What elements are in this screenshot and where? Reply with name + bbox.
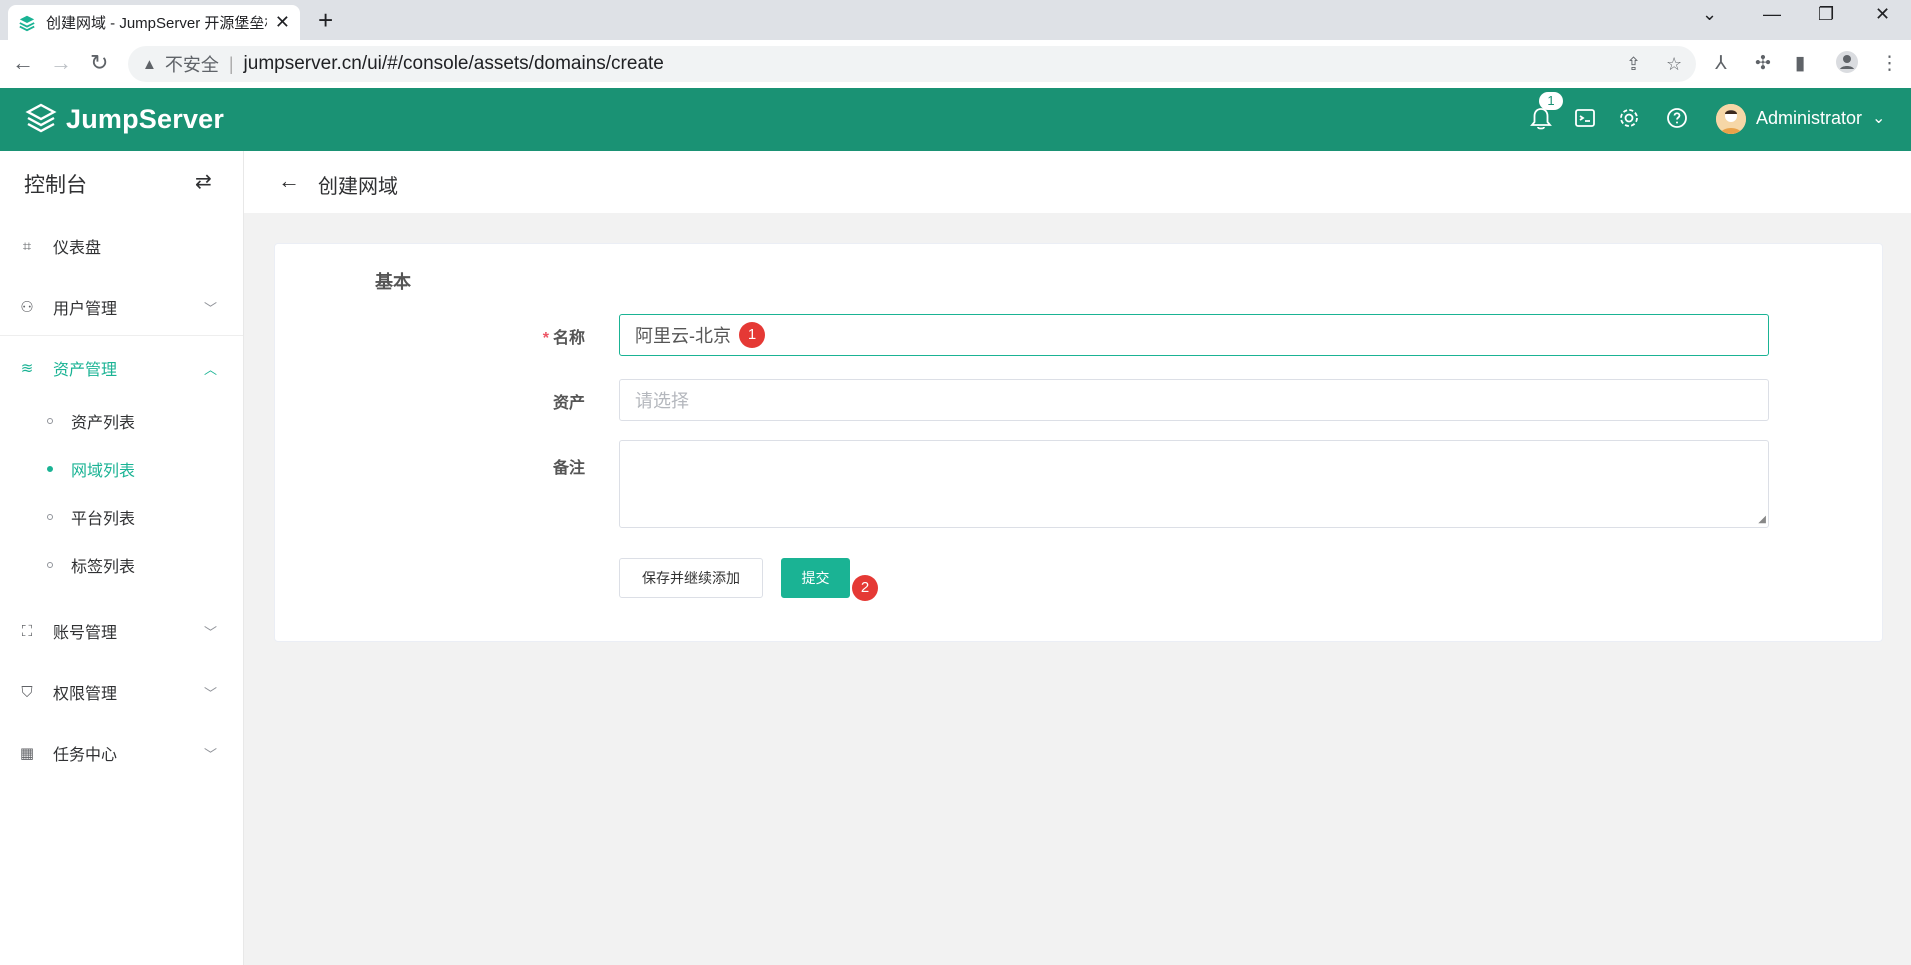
sidebar-subitem-asset-list[interactable]: 资产列表 — [0, 401, 243, 441]
name-input-value: 阿里云-北京 — [635, 326, 731, 346]
chevron-down-icon: ﹀ — [204, 300, 218, 316]
user-avatar[interactable] — [1716, 104, 1746, 134]
chevron-down-icon: ﹀ — [204, 685, 218, 701]
name-input[interactable]: 阿里云-北京 1 — [619, 314, 1769, 356]
jumpserver-favicon-icon — [19, 15, 35, 31]
warning-icon: ▲ — [142, 55, 157, 73]
url-text[interactable]: jumpserver.cn/ui/#/console/assets/domain… — [244, 53, 664, 75]
tab-title: 创建网域 - JumpServer 开源堡垒机 — [46, 15, 267, 32]
sidebar-subitem-label: 平台列表 — [71, 511, 136, 528]
asset-select[interactable]: 请选择 — [619, 379, 1769, 421]
name-label-text: 名称 — [552, 330, 585, 347]
help-icon[interactable] — [1666, 107, 1688, 135]
address-bar-row: ← → ↻ ▲ 不安全 | jumpserver.cn/ui/#/console… — [0, 40, 1911, 89]
comment-label: 备注 — [552, 460, 585, 477]
sidebar-item-label: 仪表盘 — [53, 240, 102, 257]
app-header: JumpServer — [0, 88, 1911, 151]
sidebar: 控制台 ⇄ ⌗ 仪表盘 ⚇ 用户管理 ﹀ ≋ 资产管理 ︿ 资产列表 网域列表 … — [0, 151, 244, 965]
bullet-icon — [47, 418, 53, 424]
asset-select-placeholder: 请选择 — [635, 391, 689, 411]
shield-icon: ⛉ — [21, 683, 33, 701]
new-tab-button[interactable]: + — [318, 5, 333, 35]
menu-divider — [0, 335, 243, 336]
tab-search-icon[interactable]: ⌄ — [1702, 4, 1717, 25]
bell-icon[interactable] — [1530, 107, 1552, 137]
profile-icon[interactable] — [1835, 50, 1859, 80]
minimize-icon[interactable]: — — [1763, 4, 1781, 25]
notification-badge: 1 — [1539, 92, 1563, 110]
share-icon[interactable]: ⇪ — [1626, 54, 1641, 75]
page-header: ← 创建网域 — [244, 151, 1911, 213]
user-menu-chevron-icon[interactable]: ⌄ — [1872, 108, 1885, 128]
sidebar-subitem-domain-list[interactable]: 网域列表 — [0, 449, 243, 489]
terminal-icon[interactable] — [1574, 107, 1596, 135]
puzzle-icon[interactable]: ✣ — [1755, 52, 1771, 75]
sidebar-subitem-label: 资产列表 — [71, 415, 136, 432]
sidebar-item-label: 任务中心 — [53, 747, 118, 764]
url-separator: | — [228, 53, 234, 74]
chevron-down-icon: ﹀ — [204, 624, 218, 640]
forward-icon[interactable]: → — [50, 50, 72, 76]
url-bar[interactable]: ▲ 不安全 | jumpserver.cn/ui/#/console/asset… — [128, 46, 1696, 82]
bullet-icon — [47, 514, 53, 520]
sidebar-subitem-label: 标签列表 — [71, 559, 136, 576]
save-and-continue-button[interactable]: 保存并继续添加 — [619, 558, 763, 598]
comment-textarea[interactable]: ◢ — [619, 440, 1769, 528]
name-label: * 名称 — [465, 324, 585, 348]
sidebar-item-label: 权限管理 — [53, 686, 118, 703]
section-title: 基本 — [375, 272, 411, 292]
star-icon[interactable]: ☆ — [1666, 54, 1682, 75]
sidebar-title: 控制台 — [24, 174, 87, 197]
sidebar-item-dashboard[interactable]: ⌗ 仪表盘 — [0, 226, 243, 266]
layers-icon: ≋ — [20, 360, 34, 377]
window-close-icon[interactable]: ✕ — [1875, 4, 1890, 25]
sidebar-item-tasks[interactable]: ▦ 任务中心 ﹀ — [0, 733, 243, 773]
calendar-icon: ▦ — [19, 745, 35, 762]
back-arrow-icon[interactable]: ← — [278, 168, 300, 194]
restore-icon[interactable]: ❐ — [1818, 4, 1834, 25]
back-icon[interactable]: ← — [12, 50, 34, 76]
page-title: 创建网域 — [318, 176, 398, 198]
bullet-icon — [47, 466, 53, 472]
sidebar-subitem-label: 网域列表 — [71, 463, 136, 480]
sidebar-item-label: 用户管理 — [53, 301, 118, 318]
resize-handle-icon[interactable]: ◢ — [1758, 514, 1766, 525]
tab-close-icon[interactable]: ✕ — [275, 12, 290, 33]
chevron-down-icon: ﹀ — [204, 746, 218, 762]
form-card: 基本 * 名称 阿里云-北京 1 资产 请选择 备注 ◢ 保存并继续添加 提交 2 — [274, 243, 1883, 642]
user-name[interactable]: Administrator — [1756, 108, 1862, 129]
sidebar-item-label: 资产管理 — [53, 362, 118, 379]
insecure-label: 不安全 — [164, 55, 219, 75]
sidebar-item-label: 账号管理 — [53, 625, 118, 642]
logo-icon — [25, 103, 57, 133]
annotation-marker-2: 2 — [852, 575, 878, 601]
bullet-icon — [47, 562, 53, 568]
asset-label: 资产 — [552, 395, 585, 412]
users-icon: ⚇ — [20, 299, 34, 316]
browser-tab-bar: 创建网域 - JumpServer 开源堡垒机 ✕ + ⌄ — ❐ ✕ — [0, 0, 1911, 40]
chevron-up-icon: ︿ — [204, 361, 218, 377]
reload-icon[interactable]: ↻ — [90, 50, 108, 76]
browser-menu-icon[interactable]: ⋮ — [1880, 52, 1899, 75]
logo-text: JumpServer — [66, 103, 225, 134]
sidebar-subitem-platform-list[interactable]: 平台列表 — [0, 497, 243, 537]
settings-icon[interactable] — [1618, 107, 1640, 135]
sidebar-item-users[interactable]: ⚇ 用户管理 ﹀ — [0, 287, 243, 327]
extension-icon[interactable]: ⅄ — [1715, 52, 1727, 75]
sidebar-item-permissions[interactable]: ⛉ 权限管理 ﹀ — [0, 672, 243, 712]
browser-tab[interactable]: 创建网域 - JumpServer 开源堡垒机 ✕ — [8, 5, 300, 40]
account-icon: ⛶ — [21, 622, 33, 640]
dashboard-icon: ⌗ — [22, 237, 32, 255]
sidebar-item-accounts[interactable]: ⛶ 账号管理 ﹀ — [0, 611, 243, 651]
jumpserver-logo[interactable]: JumpServer — [24, 102, 224, 136]
required-mark: * — [542, 330, 549, 347]
sidepanel-icon[interactable]: ▮ — [1795, 52, 1805, 75]
sidebar-item-assets[interactable]: ≋ 资产管理 ︿ — [0, 348, 243, 388]
annotation-marker-1: 1 — [739, 322, 765, 348]
submit-button[interactable]: 提交 — [781, 558, 850, 598]
sidebar-subitem-label-list[interactable]: 标签列表 — [0, 545, 243, 585]
view-switch-icon[interactable]: ⇄ — [195, 169, 212, 194]
